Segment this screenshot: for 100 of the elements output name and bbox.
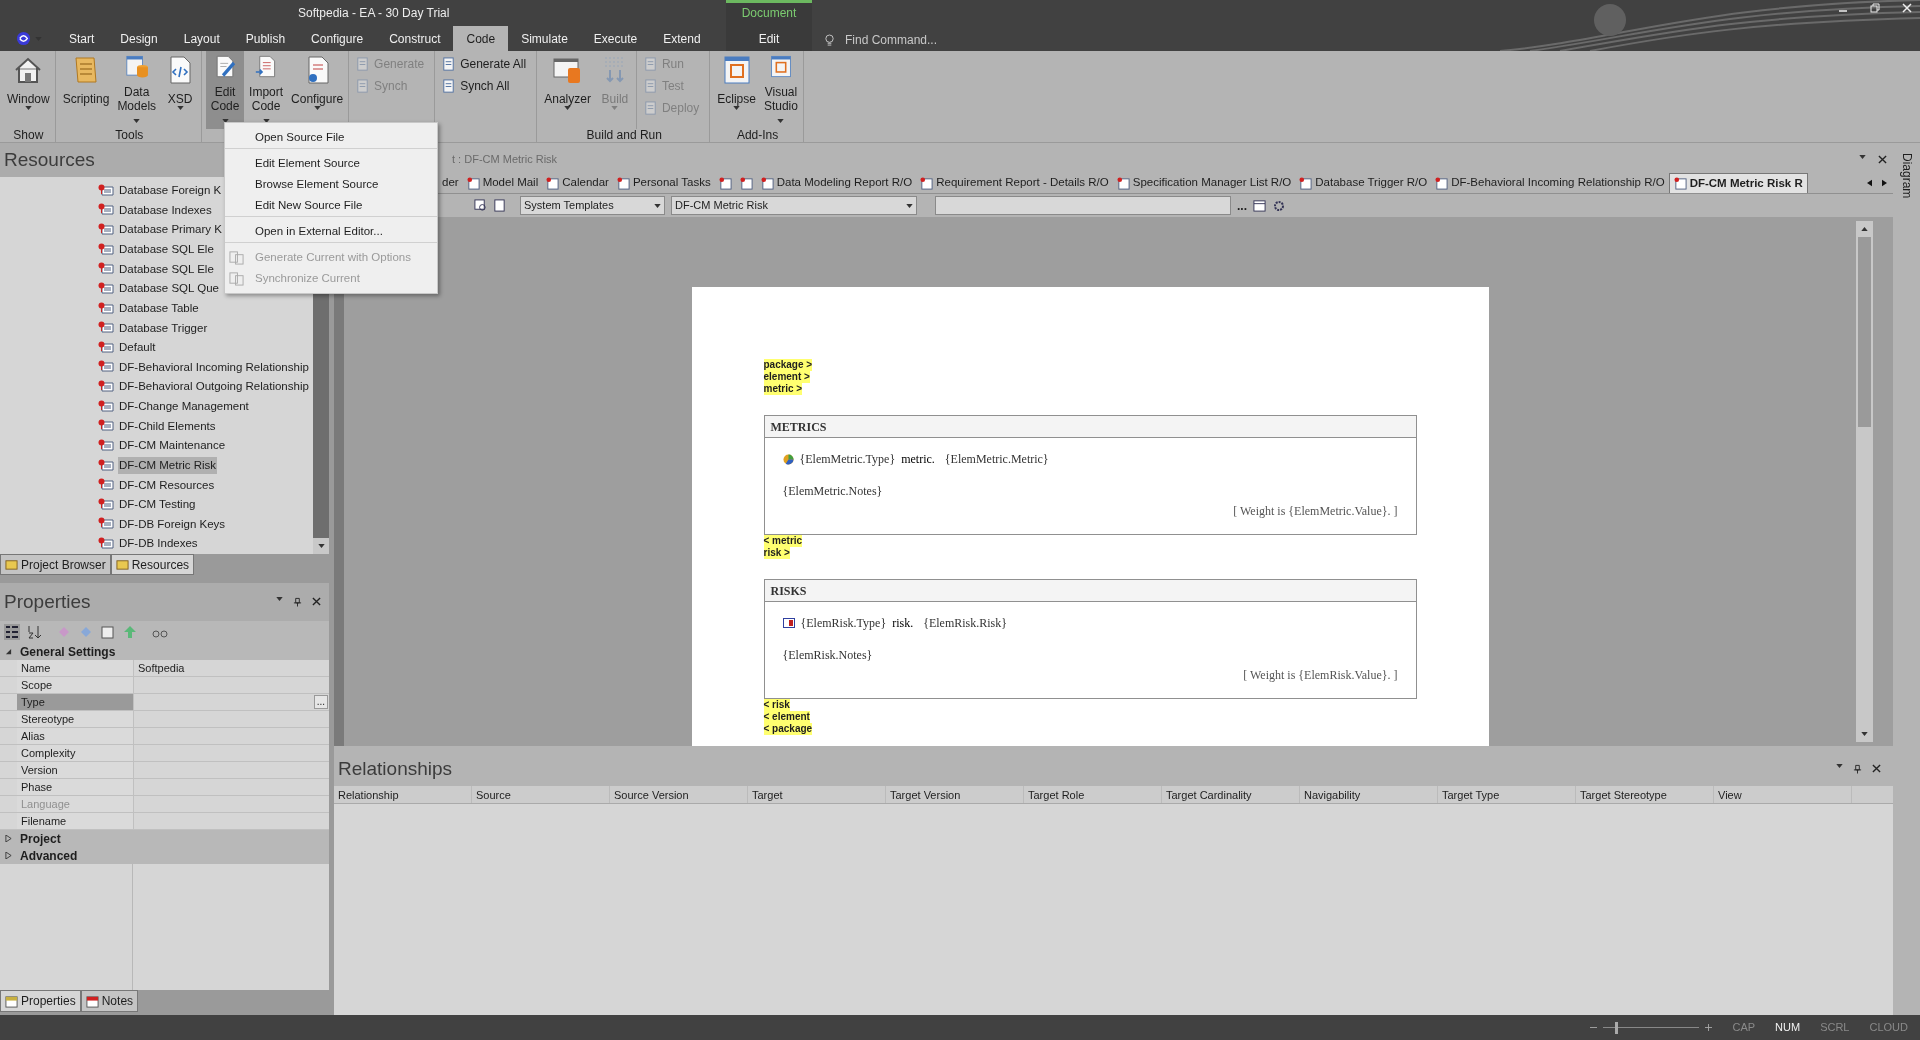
text-field[interactable] <box>935 196 1231 215</box>
tree-item[interactable]: Database Primary K <box>118 221 223 239</box>
column-header[interactable]: Target Stereotype <box>1576 786 1714 803</box>
ribbon-small-button[interactable]: Synch All <box>441 76 527 96</box>
tree-item[interactable]: DF-CM Metric Risk <box>118 456 218 475</box>
menu-item[interactable]: Browse Element Source <box>225 174 437 195</box>
ribbon-tab[interactable]: Publish <box>232 26 299 51</box>
ribbon-tab[interactable]: Execute <box>580 26 651 51</box>
calendar-icon[interactable] <box>1253 199 1266 212</box>
property-name[interactable]: Name <box>17 660 133 676</box>
document-tab[interactable]: Calendar <box>542 173 613 193</box>
side-tab[interactable]: Diagram <box>1897 153 1916 199</box>
ribbon-button[interactable]: Edit Code <box>206 51 245 129</box>
ribbon-button[interactable]: Import Code <box>246 51 287 129</box>
property-name[interactable]: Alias <box>17 728 133 744</box>
ribbon-tab[interactable]: Start <box>56 26 108 51</box>
template-dropdown[interactable]: DF-CM Metric Risk <box>671 196 917 215</box>
document-tab[interactable]: Data Modeling Report R/O <box>756 173 917 193</box>
scroll-up-icon[interactable] <box>1861 227 1868 231</box>
property-name[interactable]: Stereotype <box>17 711 133 727</box>
property-name[interactable]: Phase <box>17 779 133 795</box>
tree-item[interactable]: Database Trigger <box>118 319 209 337</box>
pin-icon[interactable] <box>293 597 302 607</box>
settings-icon[interactable] <box>1272 198 1286 213</box>
tree-item[interactable]: DF-CM Resources <box>118 476 216 494</box>
document-tab[interactable]: DF-CM Metric Risk R <box>1668 173 1808 193</box>
tree-item[interactable]: DF-Behavioral Outgoing Relationship <box>118 378 310 396</box>
property-name[interactable]: Filename <box>17 813 133 829</box>
ribbon-tab[interactable]: Edit <box>758 30 780 48</box>
categorized-view-icon[interactable] <box>4 624 20 640</box>
page-icon[interactable] <box>493 199 506 212</box>
scrollbar[interactable] <box>1856 221 1873 742</box>
tree-item[interactable]: Database Table <box>118 299 200 318</box>
column-header[interactable]: Target <box>748 786 886 803</box>
close-icon[interactable] <box>1872 764 1881 773</box>
column-header[interactable]: View <box>1714 786 1852 803</box>
column-header[interactable]: Target Type <box>1438 786 1576 803</box>
tree-item[interactable]: Database SQL Que <box>118 280 220 298</box>
preview-icon[interactable] <box>474 199 487 212</box>
ellipsis-button[interactable]: ... <box>1237 196 1247 215</box>
column-header[interactable]: Target Role <box>1024 786 1162 803</box>
tree-item[interactable]: DF-CM Testing <box>118 496 197 514</box>
menu-item[interactable]: Open in External Editor... <box>225 221 437 243</box>
sort-alphabetical-icon[interactable] <box>26 624 42 640</box>
panel-tab[interactable]: Properties <box>0 990 81 1012</box>
tree-item[interactable]: DF-Child Elements <box>118 417 217 435</box>
ellipsis-button[interactable]: ... <box>313 695 328 709</box>
property-name[interactable]: Version <box>17 762 133 778</box>
tree-item[interactable]: DF-DB Foreign Keys <box>118 515 227 534</box>
menu-item[interactable]: Edit Element Source <box>225 153 437 174</box>
restore-icon[interactable] <box>1870 3 1880 13</box>
document-tab[interactable]: DF-Behavioral Incoming Relationship R/O <box>1431 173 1669 193</box>
document-tab[interactable]: Requirement Report - Details R/O <box>916 173 1113 193</box>
panel-tab[interactable]: Resources <box>110 554 195 575</box>
close-icon[interactable] <box>312 597 321 606</box>
tree-item[interactable]: Database SQL Ele <box>118 241 215 259</box>
property-name[interactable]: Scope <box>17 677 133 693</box>
ribbon-tab[interactable]: Code <box>453 26 509 51</box>
document-tab[interactable]: Personal Tasks <box>612 173 715 193</box>
tree-item[interactable]: Database Indexes <box>118 201 213 220</box>
ribbon-tab[interactable]: Design <box>107 26 171 51</box>
tree-item[interactable]: DF-Behavioral Incoming Relationship <box>118 358 310 377</box>
ribbon-button[interactable]: Scripting <box>59 51 113 129</box>
ribbon-tab[interactable]: Construct <box>376 26 454 51</box>
property-name[interactable]: Complexity <box>17 745 133 761</box>
ribbon-button[interactable]: Visual Studio <box>760 51 801 129</box>
tree-item[interactable]: Database SQL Ele <box>118 260 215 278</box>
zoom-in-icon[interactable] <box>1705 1024 1713 1031</box>
ribbon-tab[interactable]: Extend <box>650 26 714 51</box>
column-header[interactable]: Relationship <box>334 786 472 803</box>
ribbon-button[interactable]: Configure <box>288 51 347 129</box>
ribbon-button[interactable]: Eclipse <box>714 51 759 129</box>
tree-item[interactable]: DF-CM Maintenance <box>118 437 227 455</box>
panel-tab[interactable]: Notes <box>80 990 139 1012</box>
document-tab[interactable]: Specification Manager List R/O <box>1112 173 1296 193</box>
column-header[interactable]: Target Cardinality <box>1162 786 1300 803</box>
ribbon-tab[interactable]: Layout <box>170 26 233 51</box>
ribbon-tab[interactable]: Configure <box>298 26 377 51</box>
ribbon-tab[interactable]: Simulate <box>508 26 581 51</box>
ribbon-button[interactable]: Window <box>4 51 53 129</box>
property-name[interactable]: Type <box>17 694 133 710</box>
expand-icon[interactable] <box>5 852 12 859</box>
column-header[interactable]: Source Version <box>610 786 748 803</box>
document-tab[interactable]: der <box>438 173 463 193</box>
property-value[interactable]: Softpedia <box>134 659 189 677</box>
column-header[interactable]: Target Version <box>886 786 1024 803</box>
close-icon[interactable] <box>1878 154 1887 164</box>
tree-item[interactable]: DF-DB Indexes <box>118 535 199 553</box>
tree-item[interactable]: Database Foreign K <box>118 182 223 200</box>
column-header[interactable]: Navigability <box>1300 786 1438 803</box>
tree-item[interactable]: Default <box>118 339 157 357</box>
find-command-field[interactable]: Find Command... <box>845 31 985 49</box>
pin-icon[interactable] <box>1853 764 1862 774</box>
ribbon-button[interactable]: Analyzer <box>541 51 594 129</box>
menu-item[interactable]: Edit New Source File <box>225 195 437 217</box>
ribbon-button[interactable]: XSD <box>161 51 200 129</box>
zoom-slider[interactable] <box>1603 1021 1700 1034</box>
zoom-out-icon[interactable] <box>1590 1024 1598 1031</box>
document-tab[interactable]: Model Mail <box>462 173 543 193</box>
template-set-dropdown[interactable]: System Templates <box>520 196 665 215</box>
